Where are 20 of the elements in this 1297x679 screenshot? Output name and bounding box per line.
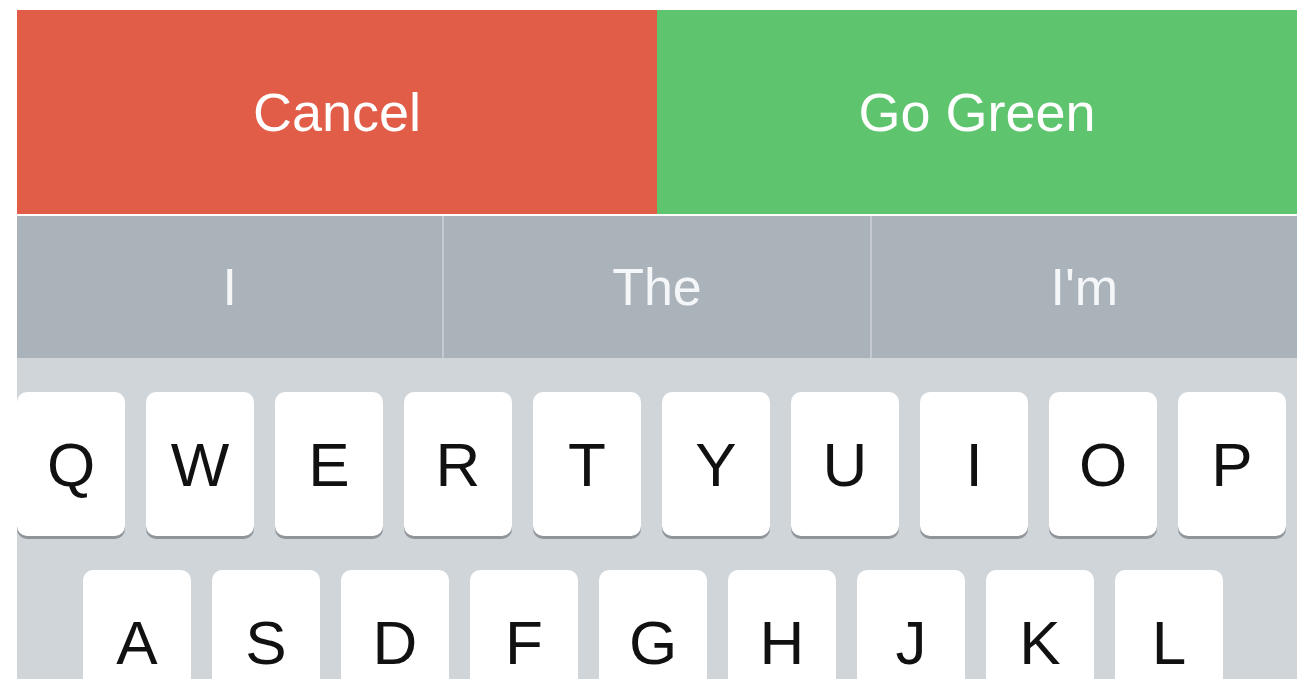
key[interactable]: G	[599, 570, 707, 679]
key[interactable]: R	[404, 392, 512, 536]
key[interactable]: W	[146, 392, 254, 536]
key[interactable]: O	[1049, 392, 1157, 536]
key[interactable]: A	[83, 570, 191, 679]
key[interactable]: I	[920, 392, 1028, 536]
key[interactable]: T	[533, 392, 641, 536]
key[interactable]: U	[791, 392, 899, 536]
key[interactable]: K	[986, 570, 1094, 679]
cancel-button[interactable]: Cancel	[17, 10, 657, 214]
key[interactable]: Q	[17, 392, 125, 536]
key[interactable]: F	[470, 570, 578, 679]
key[interactable]: P	[1178, 392, 1286, 536]
key[interactable]: E	[275, 392, 383, 536]
key[interactable]: H	[728, 570, 836, 679]
key[interactable]: J	[857, 570, 965, 679]
key[interactable]: Y	[662, 392, 770, 536]
key[interactable]: D	[341, 570, 449, 679]
key[interactable]: S	[212, 570, 320, 679]
key[interactable]: L	[1115, 570, 1223, 679]
